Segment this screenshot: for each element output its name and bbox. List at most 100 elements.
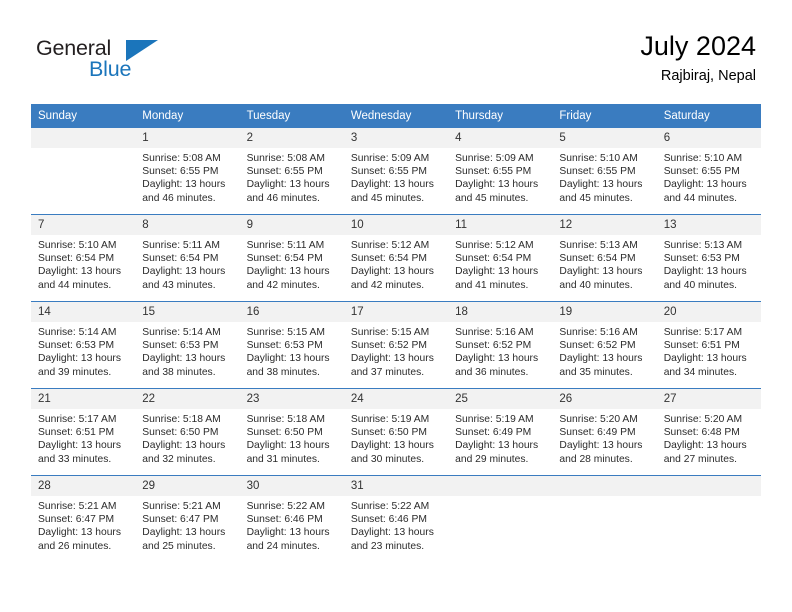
calendar-day-details: Sunrise: 5:20 AM Sunset: 6:48 PM Daylight:… bbox=[657, 409, 761, 466]
sunrise-text: Sunrise: 5:13 AM bbox=[663, 240, 743, 251]
daylight-text: and 31 minutes. bbox=[246, 453, 320, 465]
calendar-day-details: Sunrise: 5:19 AM Sunset: 6:50 PM Daylight:… bbox=[344, 409, 448, 466]
calendar-cell-day[interactable]: 30 Sunrise: 5:22 AM Sunset: 6:46 PM Dayligh… bbox=[239, 475, 344, 562]
calendar-day-number: 22 bbox=[135, 389, 240, 409]
calendar-day-number: 29 bbox=[135, 476, 240, 496]
weekday-header-tuesday: Tuesday bbox=[239, 104, 344, 128]
calendar-cell-inner: 17 Sunrise: 5:15 AM Sunset: 6:52 PM Dayligh… bbox=[343, 302, 449, 388]
daylight-text: Daylight: 13 hours bbox=[142, 266, 226, 278]
brand-logo[interactable]: General Blue bbox=[36, 36, 166, 86]
calendar-cell-day[interactable]: 29 Sunrise: 5:21 AM Sunset: 6:47 PM Dayligh… bbox=[135, 475, 240, 562]
sunset-text: Sunset: 6:55 PM bbox=[455, 166, 532, 178]
calendar-cell-day[interactable]: 20 Sunrise: 5:17 AM Sunset: 6:51 PM Dayligh… bbox=[656, 301, 761, 389]
sunset-text: Sunset: 6:46 PM bbox=[246, 514, 323, 526]
calendar-day-number: 13 bbox=[656, 215, 761, 235]
daylight-text: and 40 minutes. bbox=[663, 279, 737, 291]
calendar-day-details: Sunrise: 5:12 AM Sunset: 6:54 PM Daylight:… bbox=[344, 235, 448, 292]
daylight-text: Daylight: 13 hours bbox=[38, 527, 121, 539]
calendar-day-details: Sunrise: 5:16 AM Sunset: 6:52 PM Daylight:… bbox=[552, 322, 656, 379]
calendar-cell-day[interactable]: 7 Sunrise: 5:10 AM Sunset: 6:54 PM Daylight… bbox=[31, 214, 136, 302]
calendar-cell-inner: 28 Sunrise: 5:21 AM Sunset: 6:47 PM Dayligh… bbox=[31, 476, 136, 562]
calendar-day-number bbox=[656, 476, 761, 496]
calendar-day-number: 31 bbox=[343, 476, 449, 496]
daylight-text: Daylight: 13 hours bbox=[455, 440, 539, 452]
calendar-cell-day[interactable]: 4 Sunrise: 5:09 AM Sunset: 6:55 PM Daylight… bbox=[448, 127, 553, 215]
calendar-week-row: 1 Sunrise: 5:08 AM Sunset: 6:55 PM Daylight… bbox=[31, 127, 761, 215]
daylight-text: and 35 minutes. bbox=[559, 366, 633, 378]
calendar-day-number: 24 bbox=[343, 389, 449, 409]
daylight-text: Daylight: 13 hours bbox=[559, 353, 643, 365]
calendar-cell-day[interactable]: 8 Sunrise: 5:11 AM Sunset: 6:54 PM Daylight… bbox=[135, 214, 240, 302]
calendar-day-details: Sunrise: 5:21 AM Sunset: 6:47 PM Daylight:… bbox=[135, 496, 239, 553]
calendar-cell-inner: 22 Sunrise: 5:18 AM Sunset: 6:50 PM Dayligh… bbox=[135, 389, 240, 475]
daylight-text: Daylight: 13 hours bbox=[246, 353, 330, 365]
daylight-text: and 45 minutes. bbox=[455, 192, 529, 204]
daylight-text: Daylight: 13 hours bbox=[350, 179, 434, 191]
sunrise-text: Sunrise: 5:22 AM bbox=[246, 501, 325, 512]
calendar-day-details: Sunrise: 5:21 AM Sunset: 6:47 PM Daylight:… bbox=[31, 496, 135, 553]
daylight-text: and 46 minutes. bbox=[142, 192, 216, 204]
calendar-day-number: 25 bbox=[448, 389, 553, 409]
calendar-cell-day[interactable]: 11 Sunrise: 5:12 AM Sunset: 6:54 PM Dayligh… bbox=[448, 214, 553, 302]
calendar-day-details: Sunrise: 5:10 AM Sunset: 6:55 PM Daylight:… bbox=[657, 148, 761, 205]
sunrise-text: Sunrise: 5:12 AM bbox=[350, 240, 430, 251]
calendar-day-details: Sunrise: 5:10 AM Sunset: 6:55 PM Daylight:… bbox=[552, 148, 656, 205]
calendar-cell-inner: 24 Sunrise: 5:19 AM Sunset: 6:50 PM Dayligh… bbox=[343, 389, 449, 475]
sunrise-text: Sunrise: 5:21 AM bbox=[142, 501, 221, 512]
calendar-cell-day[interactable]: 9 Sunrise: 5:11 AM Sunset: 6:54 PM Daylight… bbox=[239, 214, 344, 302]
calendar-cell-day[interactable]: 25 Sunrise: 5:19 AM Sunset: 6:49 PM Dayligh… bbox=[448, 388, 553, 476]
calendar-day-details: Sunrise: 5:09 AM Sunset: 6:55 PM Daylight:… bbox=[344, 148, 448, 205]
calendar-day-number bbox=[448, 476, 553, 496]
calendar-cell-inner: 13 Sunrise: 5:13 AM Sunset: 6:53 PM Dayligh… bbox=[656, 215, 761, 301]
calendar-cell-inner: 27 Sunrise: 5:20 AM Sunset: 6:48 PM Dayligh… bbox=[656, 389, 761, 475]
sunrise-text: Sunrise: 5:08 AM bbox=[246, 153, 325, 164]
calendar-cell-day[interactable]: 15 Sunrise: 5:14 AM Sunset: 6:53 PM Dayligh… bbox=[135, 301, 240, 389]
sunset-text: Sunset: 6:54 PM bbox=[142, 253, 219, 265]
calendar-cell-day[interactable]: 26 Sunrise: 5:20 AM Sunset: 6:49 PM Dayligh… bbox=[552, 388, 657, 476]
calendar-day-number: 17 bbox=[343, 302, 449, 322]
daylight-text: and 38 minutes. bbox=[246, 366, 320, 378]
calendar-cell-day[interactable]: 10 Sunrise: 5:12 AM Sunset: 6:54 PM Dayligh… bbox=[343, 214, 449, 302]
calendar-body: 1 Sunrise: 5:08 AM Sunset: 6:55 PM Daylight… bbox=[31, 127, 761, 562]
daylight-text: and 45 minutes. bbox=[350, 192, 425, 204]
calendar-cell-day[interactable]: 1 Sunrise: 5:08 AM Sunset: 6:55 PM Daylight… bbox=[135, 127, 240, 215]
sunrise-text: Sunrise: 5:14 AM bbox=[38, 327, 117, 338]
calendar-cell-day[interactable]: 27 Sunrise: 5:20 AM Sunset: 6:48 PM Dayligh… bbox=[656, 388, 761, 476]
daylight-text: Daylight: 13 hours bbox=[38, 353, 121, 365]
calendar-cell-day[interactable]: 22 Sunrise: 5:18 AM Sunset: 6:50 PM Dayligh… bbox=[135, 388, 240, 476]
calendar-cell-day[interactable]: 17 Sunrise: 5:15 AM Sunset: 6:52 PM Dayligh… bbox=[343, 301, 449, 389]
calendar-day-details: Sunrise: 5:13 AM Sunset: 6:54 PM Daylight:… bbox=[552, 235, 656, 292]
calendar-cell-day[interactable]: 28 Sunrise: 5:21 AM Sunset: 6:47 PM Dayligh… bbox=[31, 475, 136, 562]
calendar-cell-day[interactable]: 5 Sunrise: 5:10 AM Sunset: 6:55 PM Daylight… bbox=[552, 127, 657, 215]
sunrise-text: Sunrise: 5:20 AM bbox=[559, 414, 638, 425]
calendar-cell-day[interactable]: 12 Sunrise: 5:13 AM Sunset: 6:54 PM Dayligh… bbox=[552, 214, 657, 302]
calendar-day-number: 5 bbox=[552, 128, 657, 148]
calendar-cell-day[interactable]: 23 Sunrise: 5:18 AM Sunset: 6:50 PM Dayligh… bbox=[239, 388, 344, 476]
daylight-text: Daylight: 13 hours bbox=[663, 353, 747, 365]
daylight-text: Daylight: 13 hours bbox=[455, 179, 539, 191]
calendar-cell-day[interactable]: 18 Sunrise: 5:16 AM Sunset: 6:52 PM Dayligh… bbox=[448, 301, 553, 389]
calendar-cell-day[interactable]: 19 Sunrise: 5:16 AM Sunset: 6:52 PM Dayligh… bbox=[552, 301, 657, 389]
calendar-cell-day[interactable]: 6 Sunrise: 5:10 AM Sunset: 6:55 PM Daylight… bbox=[656, 127, 761, 215]
calendar-day-details: Sunrise: 5:13 AM Sunset: 6:53 PM Daylight:… bbox=[657, 235, 761, 292]
calendar-cell-day[interactable]: 14 Sunrise: 5:14 AM Sunset: 6:53 PM Dayligh… bbox=[31, 301, 136, 389]
sunrise-text: Sunrise: 5:12 AM bbox=[455, 240, 534, 251]
daylight-text: and 36 minutes. bbox=[455, 366, 529, 378]
calendar-cell-day[interactable]: 16 Sunrise: 5:15 AM Sunset: 6:53 PM Dayligh… bbox=[239, 301, 344, 389]
sunrise-text: Sunrise: 5:14 AM bbox=[142, 327, 221, 338]
calendar-cell-inner: 14 Sunrise: 5:14 AM Sunset: 6:53 PM Dayligh… bbox=[31, 302, 136, 388]
calendar-day-details: Sunrise: 5:09 AM Sunset: 6:55 PM Daylight:… bbox=[448, 148, 552, 205]
sunrise-text: Sunrise: 5:20 AM bbox=[663, 414, 743, 425]
calendar-cell-inner: 20 Sunrise: 5:17 AM Sunset: 6:51 PM Dayligh… bbox=[656, 302, 761, 388]
daylight-text: Daylight: 13 hours bbox=[663, 266, 747, 278]
calendar-cell-day[interactable]: 24 Sunrise: 5:19 AM Sunset: 6:50 PM Dayligh… bbox=[343, 388, 449, 476]
calendar-cell-day[interactable]: 3 Sunrise: 5:09 AM Sunset: 6:55 PM Daylight… bbox=[343, 127, 449, 215]
calendar-cell-inner: 7 Sunrise: 5:10 AM Sunset: 6:54 PM Daylight… bbox=[31, 215, 136, 301]
calendar-cell-day[interactable]: 2 Sunrise: 5:08 AM Sunset: 6:55 PM Daylight… bbox=[239, 127, 344, 215]
sunset-text: Sunset: 6:54 PM bbox=[350, 253, 427, 265]
calendar-cell-day[interactable]: 13 Sunrise: 5:13 AM Sunset: 6:53 PM Dayligh… bbox=[656, 214, 761, 302]
calendar-cell-day[interactable]: 21 Sunrise: 5:17 AM Sunset: 6:51 PM Dayligh… bbox=[31, 388, 136, 476]
calendar-day-details: Sunrise: 5:18 AM Sunset: 6:50 PM Daylight:… bbox=[135, 409, 239, 466]
calendar-cell-inner: 31 Sunrise: 5:22 AM Sunset: 6:46 PM Dayligh… bbox=[343, 476, 449, 562]
calendar-cell-day[interactable]: 31 Sunrise: 5:22 AM Sunset: 6:46 PM Dayligh… bbox=[343, 475, 449, 562]
